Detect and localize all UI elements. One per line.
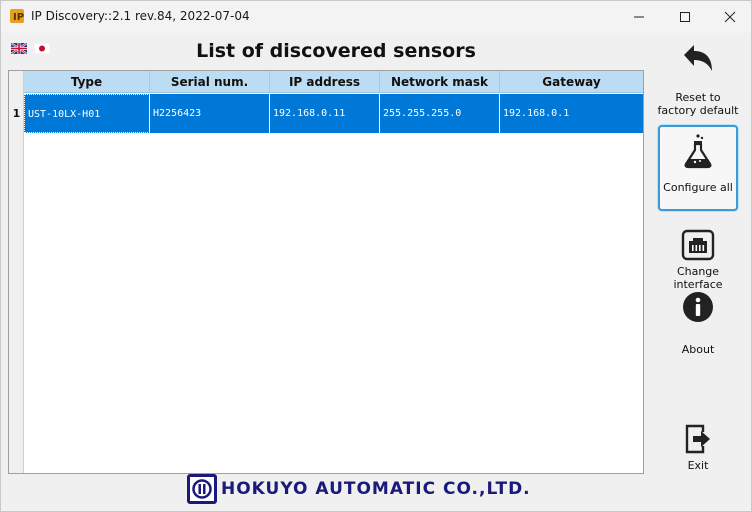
sensor-table[interactable]: Type Serial num. IP address Network mask… xyxy=(8,70,644,474)
reset-label-line1: Reset to xyxy=(675,91,721,104)
cell-type[interactable]: UST-10LX-H01 xyxy=(24,94,150,133)
reset-factory-default-button[interactable]: Reset to factory default xyxy=(652,41,744,117)
minimize-button[interactable] xyxy=(616,1,662,33)
cell-network-mask[interactable]: 255.255.255.0 xyxy=(380,94,500,133)
ethernet-port-icon xyxy=(681,229,715,261)
brand-name: HOKUYO AUTOMATIC CO.,LTD. xyxy=(221,479,531,499)
close-button[interactable] xyxy=(707,1,752,33)
column-header-gateway[interactable]: Gateway xyxy=(500,71,643,93)
column-header-mask[interactable]: Network mask xyxy=(380,71,500,93)
configure-all-button[interactable]: Configure all xyxy=(658,125,738,211)
row-number[interactable]: 1 xyxy=(9,94,24,133)
main-window: IP IP Discovery::2.1 rev.84, 2022-07-04 … xyxy=(0,0,752,512)
column-header-ip[interactable]: IP address xyxy=(270,71,380,93)
change-interface-button[interactable]: Change interface xyxy=(652,229,744,291)
maximize-icon xyxy=(680,12,690,22)
close-icon xyxy=(724,11,736,23)
cell-gateway[interactable]: 192.168.0.1 xyxy=(500,94,643,133)
minimize-icon xyxy=(634,16,644,18)
uk-flag-icon[interactable] xyxy=(11,43,27,54)
info-icon xyxy=(683,292,713,322)
list-title: List of discovered sensors xyxy=(196,40,476,62)
column-header-serial[interactable]: Serial num. xyxy=(150,71,270,93)
ip-discovery-app-icon: IP xyxy=(10,9,24,23)
flask-icon xyxy=(684,134,712,169)
exit-button[interactable]: Exit xyxy=(652,423,744,475)
hokuyo-logo: HOKUYO AUTOMATIC CO.,LTD. xyxy=(187,473,531,505)
cell-ip-address[interactable]: 192.168.0.11 xyxy=(270,94,380,133)
configure-all-label: Configure all xyxy=(663,181,733,194)
table-row[interactable]: UST-10LX-H01 H2256423 192.168.0.11 255.2… xyxy=(24,94,643,133)
svg-text:IP: IP xyxy=(13,12,24,23)
table-header: Type Serial num. IP address Network mask… xyxy=(24,71,643,93)
maximize-button[interactable] xyxy=(662,1,708,33)
about-label: About xyxy=(681,343,715,356)
about-button[interactable]: About xyxy=(652,291,744,359)
window-title: IP Discovery::2.1 rev.84, 2022-07-04 xyxy=(31,9,250,23)
hokuyo-logo-mark-icon xyxy=(187,474,217,504)
column-header-type[interactable]: Type xyxy=(24,71,150,93)
change-interface-label: Change interface xyxy=(673,265,723,291)
exit-icon xyxy=(685,424,710,454)
japan-flag-icon[interactable] xyxy=(34,43,50,54)
exit-label: Exit xyxy=(687,459,709,472)
cell-serial[interactable]: H2256423 xyxy=(150,94,270,133)
undo-arrow-icon xyxy=(684,45,712,71)
title-bar[interactable]: IP IP Discovery::2.1 rev.84, 2022-07-04 xyxy=(1,1,751,33)
reset-label-line2: factory default xyxy=(657,104,739,117)
